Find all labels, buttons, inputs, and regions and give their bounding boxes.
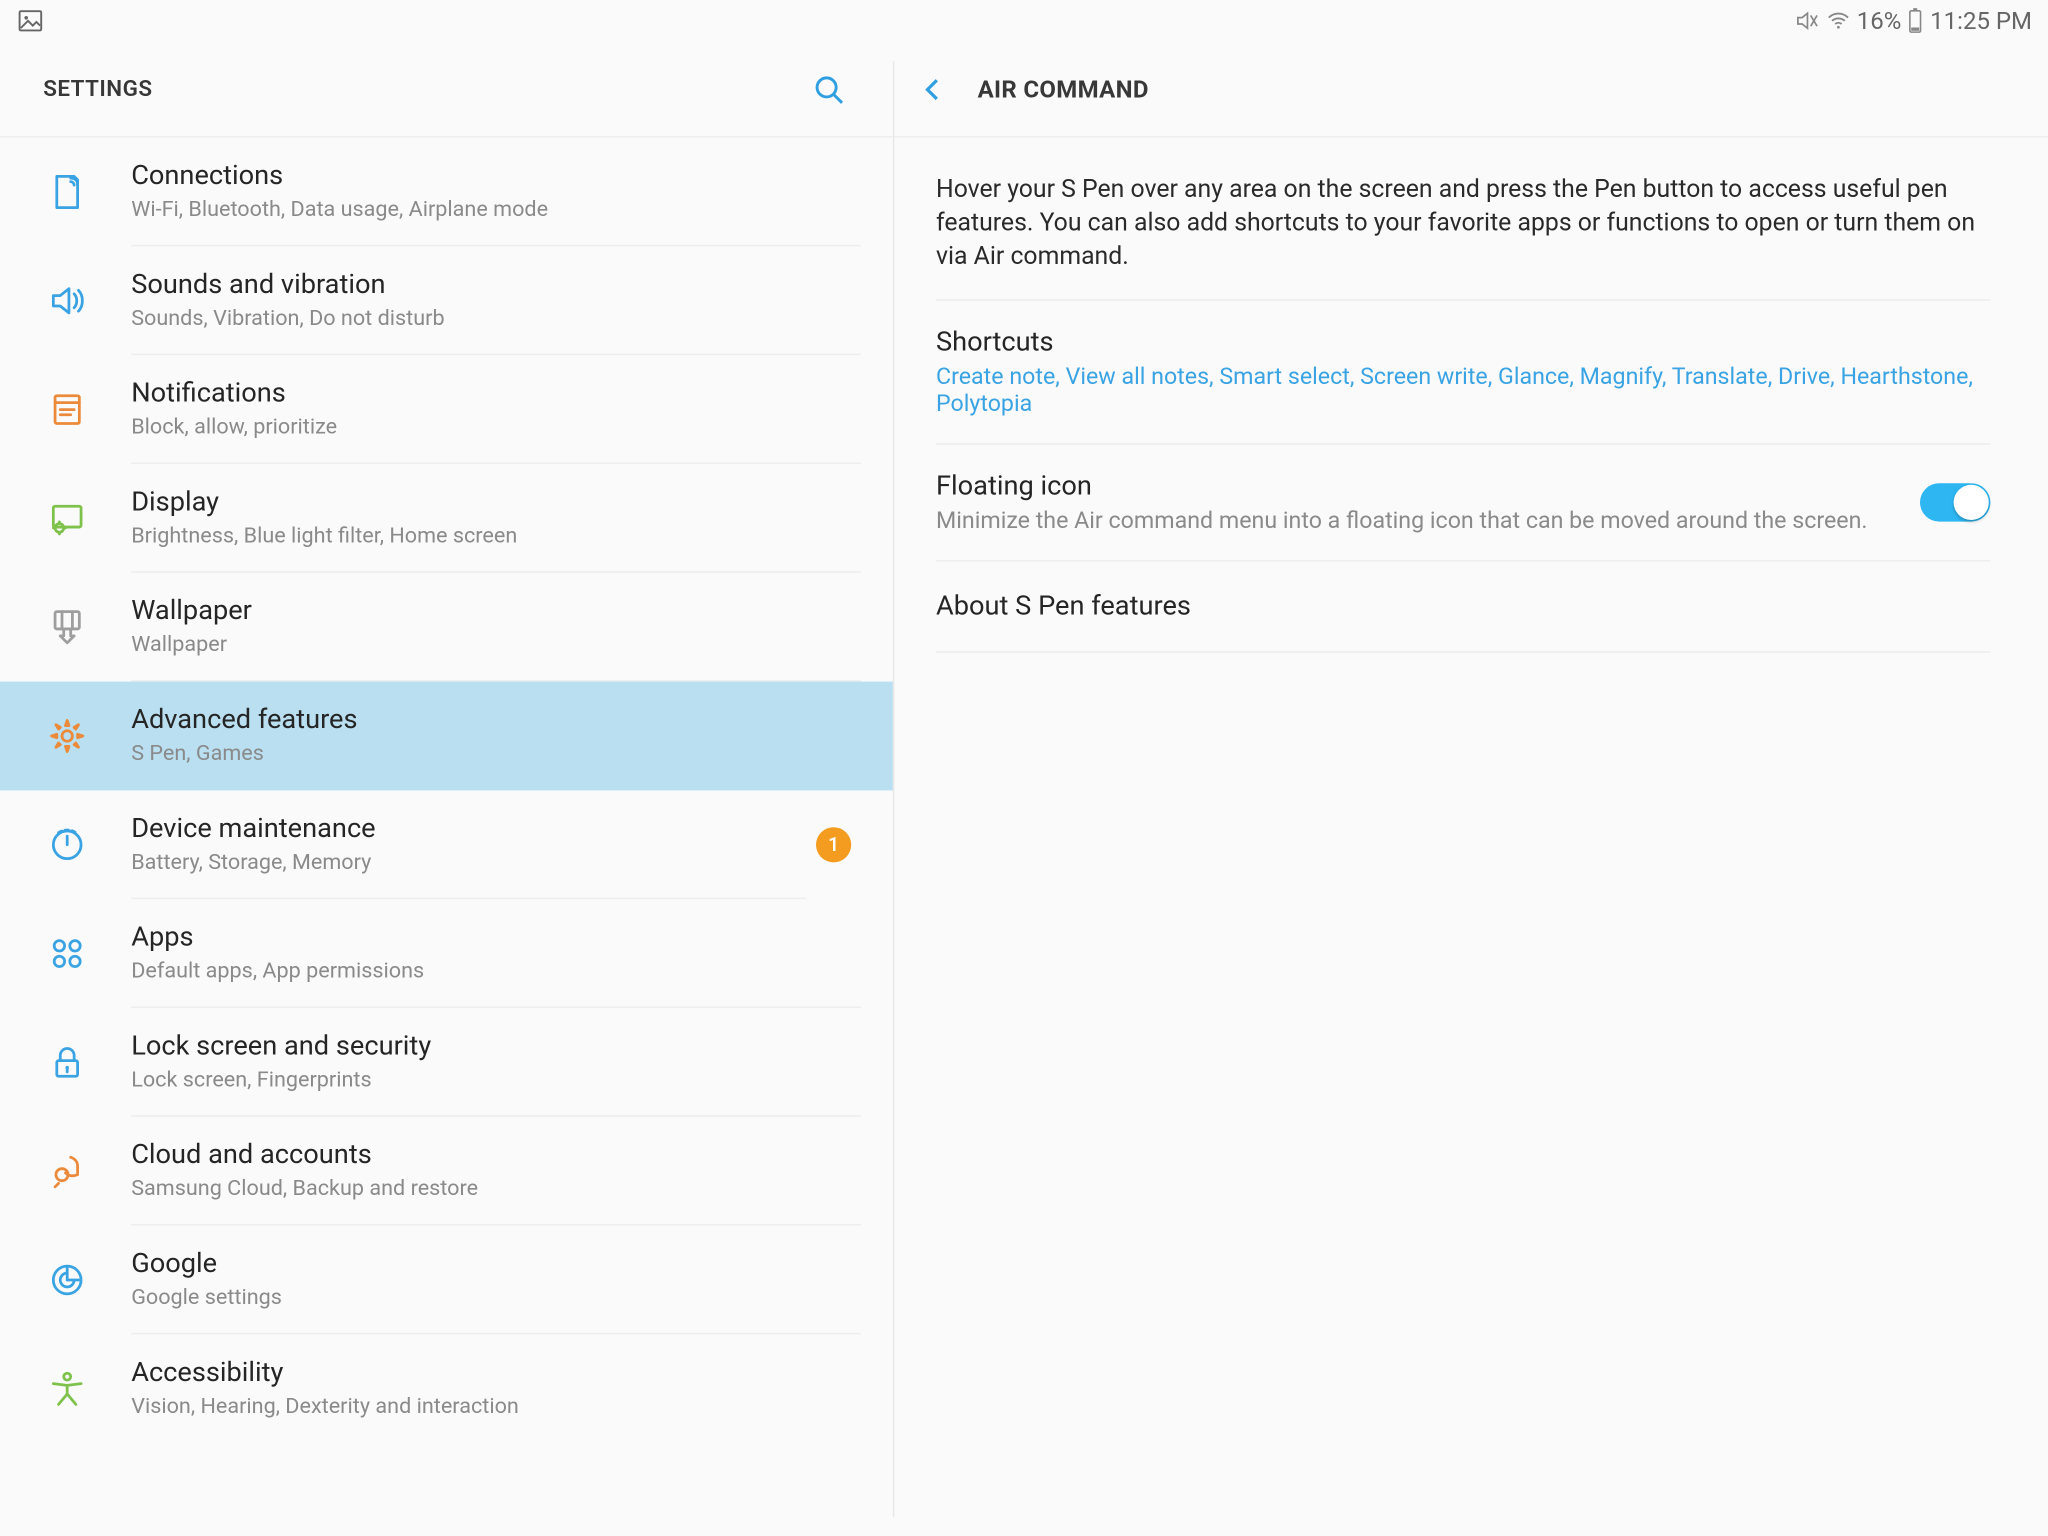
cloud-icon (45, 1149, 90, 1194)
sidebar-item-wallpaper[interactable]: Wallpaper Wallpaper (0, 573, 893, 682)
floating-icon-row[interactable]: Floating icon Minimize the Air command m… (936, 444, 1990, 561)
floating-icon-title: Floating icon (936, 470, 1868, 502)
sidebar-item-text: Apps Default apps, App permissions (131, 922, 861, 1008)
sidebar-item-text: Google Google settings (131, 1248, 861, 1334)
sidebar-item-text: Notifications Block, allow, prioritize (131, 378, 861, 464)
sidebar-item-display[interactable]: Display Brightness, Blue light filter, Ho… (0, 464, 893, 573)
sidebar-item-subtitle: Brightness, Blue light filter, Home scre… (131, 523, 861, 549)
sidebar-item-title: Wallpaper (131, 595, 861, 627)
detail-title: AIR COMMAND (978, 74, 1149, 103)
sidebar-item-subtitle: Samsung Cloud, Backup and restore (131, 1176, 861, 1202)
sidebar-item-title: Device maintenance (131, 813, 806, 845)
sidebar-item-advanced-features[interactable]: Advanced features S Pen, Games (0, 682, 893, 791)
sidebar-item-subtitle: Lock screen, Fingerprints (131, 1067, 861, 1093)
connections-icon (45, 170, 90, 215)
display-icon (45, 496, 90, 541)
shortcuts-list: Create note, View all notes, Smart selec… (936, 363, 1990, 417)
air-command-description: Hover your S Pen over any area on the sc… (936, 173, 1990, 301)
sidebar-item-subtitle: Default apps, App permissions (131, 958, 861, 984)
back-button[interactable] (917, 73, 949, 105)
sidebar-item-lock-screen-and-security[interactable]: Lock screen and security Lock screen, Fin… (0, 1008, 893, 1117)
chevron-left-icon (917, 73, 949, 105)
battery-icon (1908, 6, 1924, 35)
shortcuts-title: Shortcuts (936, 326, 1990, 358)
sidebar-item-text: Sounds and vibration Sounds, Vibration, D… (131, 269, 861, 355)
sidebar-item-title: Apps (131, 922, 861, 954)
sidebar-item-text: Advanced features S Pen, Games (131, 704, 861, 790)
sidebar-item-text: Display Brightness, Blue light filter, Ho… (131, 486, 861, 572)
sidebar-item-subtitle: Wallpaper (131, 632, 861, 658)
about-spen-row[interactable]: About S Pen features (936, 561, 1990, 652)
google-icon (45, 1258, 90, 1303)
sidebar-item-subtitle: Wi-Fi, Bluetooth, Data usage, Airplane m… (131, 197, 861, 223)
search-icon (811, 71, 846, 106)
wallpaper-icon (45, 605, 90, 650)
sidebar-item-text: Wallpaper Wallpaper (131, 595, 861, 681)
image-icon (16, 6, 45, 35)
sidebar-item-device-maintenance[interactable]: Device maintenance Battery, Storage, Memo… (0, 790, 893, 899)
toggle-knob (1954, 484, 1989, 519)
detail-header: AIR COMMAND (894, 42, 2048, 138)
sidebar-item-title: Notifications (131, 378, 861, 410)
sidebar-item-cloud-and-accounts[interactable]: Cloud and accounts Samsung Cloud, Backup … (0, 1117, 893, 1226)
sidebar-item-connections[interactable]: Connections Wi-Fi, Bluetooth, Data usage,… (0, 138, 893, 247)
sidebar-item-title: Accessibility (131, 1357, 861, 1389)
advanced-icon (45, 714, 90, 759)
status-bar: 16% 11:25 PM (0, 0, 2048, 42)
sidebar-item-subtitle: Battery, Storage, Memory (131, 850, 806, 876)
sidebar-item-subtitle: Vision, Hearing, Dexterity and interacti… (131, 1394, 861, 1420)
sidebar-item-apps[interactable]: Apps Default apps, App permissions (0, 899, 893, 1008)
battery-pct: 16% (1857, 6, 1902, 35)
about-spen-title: About S Pen features (936, 590, 1990, 622)
sidebar-item-title: Connections (131, 160, 861, 192)
sound-icon (45, 278, 90, 323)
sidebar-item-title: Display (131, 486, 861, 518)
category-list: Connections Wi-Fi, Bluetooth, Data usage,… (0, 138, 893, 1442)
maintenance-icon (45, 822, 90, 867)
settings-sidebar: SETTINGS Connections Wi-Fi, Bluetooth, Da… (0, 42, 893, 1536)
sidebar-item-sounds-and-vibration[interactable]: Sounds and vibration Sounds, Vibration, D… (0, 246, 893, 355)
sidebar-item-title: Advanced features (131, 704, 861, 736)
detail-pane: AIR COMMAND Hover your S Pen over any ar… (894, 42, 2048, 1536)
sidebar-header: SETTINGS (0, 42, 893, 138)
sidebar-item-text: Cloud and accounts Samsung Cloud, Backup … (131, 1139, 861, 1225)
sidebar-item-subtitle: Block, allow, prioritize (131, 414, 861, 440)
floating-icon-sub: Minimize the Air command menu into a flo… (936, 507, 1868, 534)
shortcuts-row[interactable]: Shortcuts Create note, View all notes, S… (936, 300, 1990, 444)
sidebar-item-notifications[interactable]: Notifications Block, allow, prioritize (0, 355, 893, 464)
sidebar-title: SETTINGS (43, 76, 152, 102)
sidebar-item-text: Lock screen and security Lock screen, Fin… (131, 1030, 861, 1116)
notifications-icon (45, 387, 90, 432)
sidebar-item-accessibility[interactable]: Accessibility Vision, Hearing, Dexterity … (0, 1334, 893, 1441)
lock-icon (45, 1040, 90, 1085)
accessibility-icon (45, 1366, 90, 1411)
sidebar-item-subtitle: S Pen, Games (131, 741, 861, 767)
sidebar-item-google[interactable]: Google Google settings (0, 1226, 893, 1335)
mute-icon (1793, 8, 1819, 34)
floating-icon-toggle[interactable] (1920, 483, 1990, 521)
sidebar-item-subtitle: Google settings (131, 1285, 861, 1311)
apps-icon (45, 931, 90, 976)
wifi-icon (1825, 8, 1851, 34)
sidebar-item-title: Cloud and accounts (131, 1139, 861, 1171)
sidebar-item-text: Accessibility Vision, Hearing, Dexterity … (131, 1357, 861, 1442)
sidebar-item-subtitle: Sounds, Vibration, Do not disturb (131, 306, 861, 332)
sidebar-item-title: Google (131, 1248, 861, 1280)
search-button[interactable] (810, 70, 848, 108)
notification-badge: 1 (816, 827, 851, 862)
status-time: 11:25 PM (1930, 6, 2032, 35)
sidebar-item-text: Device maintenance Battery, Storage, Memo… (131, 813, 806, 899)
sidebar-item-title: Lock screen and security (131, 1030, 861, 1062)
sidebar-item-text: Connections Wi-Fi, Bluetooth, Data usage,… (131, 160, 861, 246)
sidebar-item-title: Sounds and vibration (131, 269, 861, 301)
